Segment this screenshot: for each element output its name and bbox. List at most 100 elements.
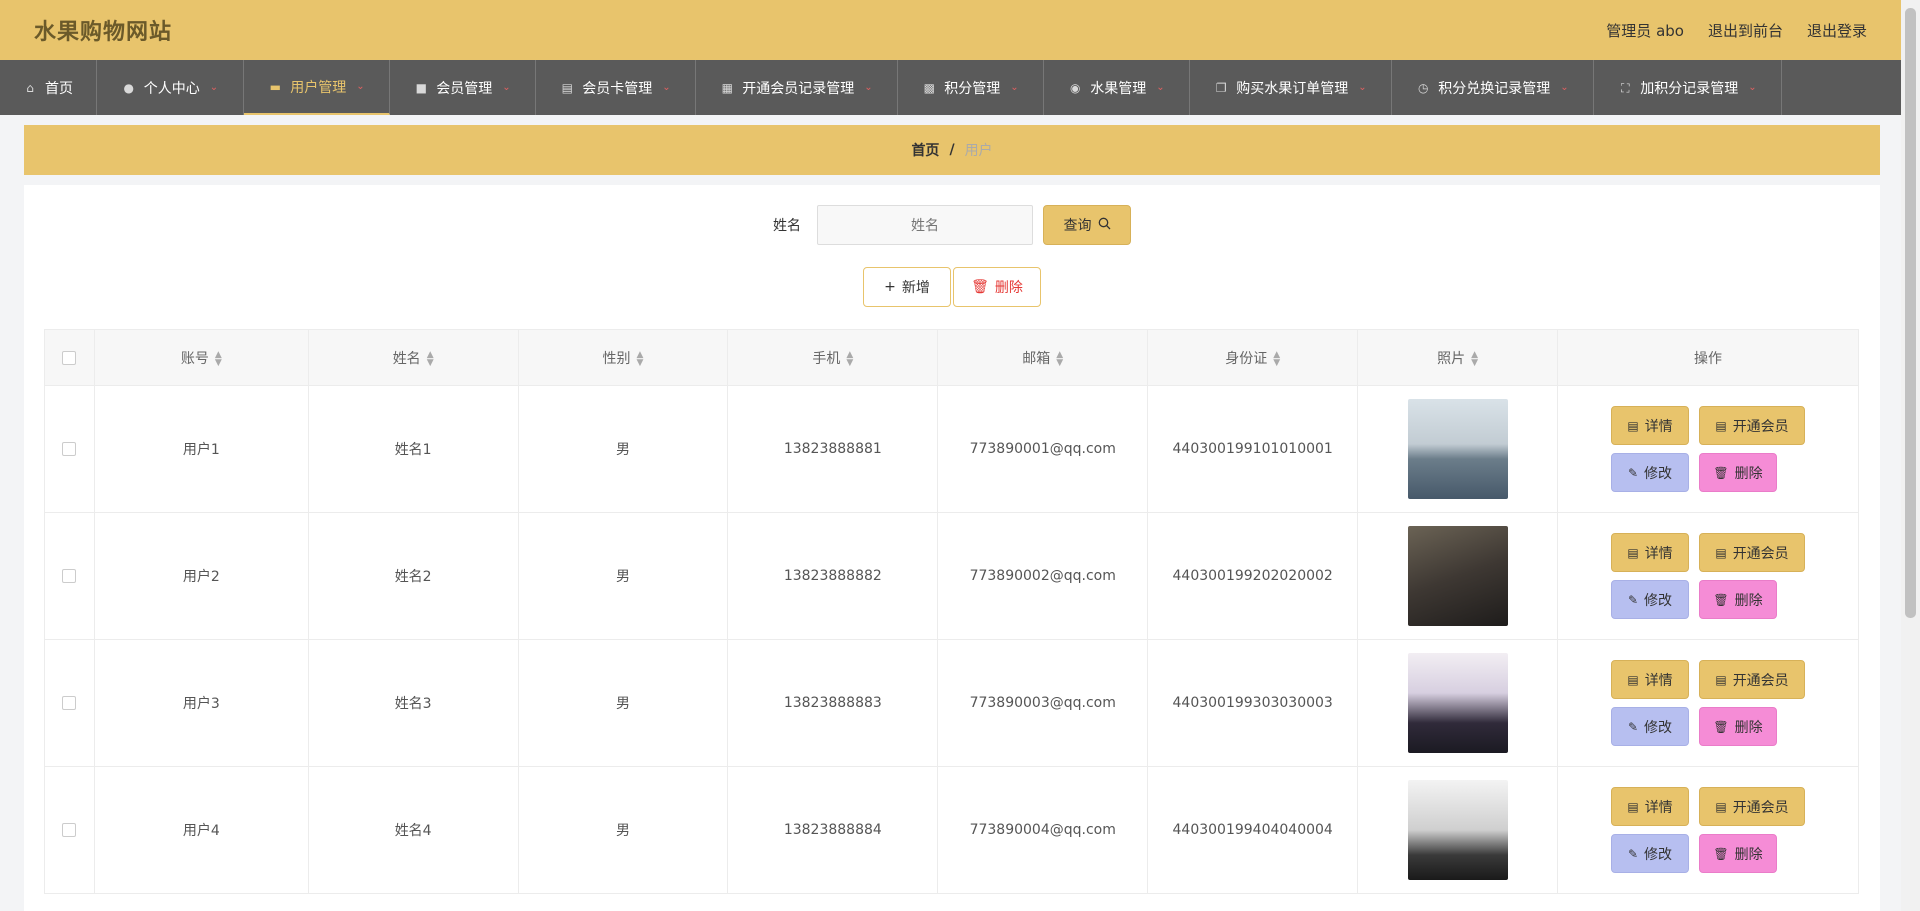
open-member-button[interactable]: ▤ 开通会员 bbox=[1699, 787, 1806, 826]
row-actions: ▤ 详情 ▤ 开通会员 ✎ 修改 🗑 删除 bbox=[1558, 406, 1858, 492]
column-header-name[interactable]: 姓名 ▲ ▼ bbox=[307, 329, 519, 386]
detail-button[interactable]: ▤ 详情 bbox=[1611, 787, 1690, 826]
cell-phone: 13823888883 bbox=[727, 639, 939, 767]
open-member-button[interactable]: ▤ 开通会员 bbox=[1699, 660, 1806, 699]
open-member-button[interactable]: ▤ 开通会员 bbox=[1699, 533, 1806, 572]
user-icon: ● bbox=[123, 80, 135, 95]
nav-item-label: 购买水果订单管理 bbox=[1236, 80, 1349, 97]
cell-id-card: 440300199101010001 bbox=[1147, 385, 1359, 513]
nav-item-label: 加积分记录管理 bbox=[1640, 80, 1739, 97]
detail-button[interactable]: ▤ 详情 bbox=[1611, 533, 1690, 572]
nav-item-member-cards[interactable]: ▤ 会员卡管理 ⌄ bbox=[536, 60, 696, 115]
row-checkbox[interactable] bbox=[62, 569, 77, 583]
delete-button[interactable]: 🗑 删除 bbox=[1699, 453, 1778, 492]
cell-name: 姓名4 bbox=[307, 766, 519, 894]
sort-icon: ▲ ▼ bbox=[1471, 349, 1479, 368]
trash-icon: 🗑 bbox=[1713, 719, 1729, 734]
chevron-down-icon: ⌄ bbox=[502, 82, 511, 93]
edit-button[interactable]: ✎ 修改 bbox=[1611, 580, 1690, 619]
column-header-phone[interactable]: 手机 ▲ ▼ bbox=[727, 329, 939, 386]
nav-item-add-points-records[interactable]: ⛶ 加积分记录管理 ⌄ bbox=[1594, 60, 1782, 115]
nav-item-label: 积分管理 bbox=[944, 80, 1001, 97]
breadcrumb-home[interactable]: 首页 bbox=[911, 140, 939, 160]
cell-gender: 男 bbox=[517, 639, 729, 767]
nav-item-label: 开通会员记录管理 bbox=[742, 80, 855, 97]
pencil-icon: ✎ bbox=[1627, 719, 1639, 734]
cell-id-card: 440300199303030003 bbox=[1147, 639, 1359, 767]
trash-icon: 🗑 bbox=[1713, 592, 1729, 607]
column-header-gender[interactable]: 性别 ▲ ▼ bbox=[517, 329, 729, 386]
nav-item-members[interactable]: ■ 会员管理 ⌄ bbox=[390, 60, 536, 115]
site-title: 水果购物网站 bbox=[34, 20, 173, 45]
document-icon: ▤ bbox=[1627, 799, 1639, 814]
nav-item-points[interactable]: ▩ 积分管理 ⌄ bbox=[898, 60, 1044, 115]
detail-button[interactable]: ▤ 详情 bbox=[1611, 660, 1690, 699]
nav-item-users[interactable]: ▬ 用户管理 ⌄ bbox=[244, 60, 390, 115]
nav-item-home[interactable]: ⌂ 首页 bbox=[0, 60, 97, 115]
cell-account: 用户3 bbox=[93, 639, 309, 767]
document-icon: ▤ bbox=[1715, 545, 1727, 560]
user-photo[interactable] bbox=[1407, 780, 1508, 880]
select-all-checkbox[interactable] bbox=[62, 350, 77, 365]
delete-button[interactable]: 🗑 删除 bbox=[1699, 834, 1778, 873]
scrollbar-thumb[interactable] bbox=[1905, 8, 1916, 618]
user-photo[interactable] bbox=[1407, 399, 1508, 499]
nav-item-fruit-orders[interactable]: ❐ 购买水果订单管理 ⌄ bbox=[1190, 60, 1392, 115]
detail-button[interactable]: ▤ 详情 bbox=[1611, 406, 1690, 445]
document-icon: ▤ bbox=[1715, 672, 1727, 687]
edit-button[interactable]: ✎ 修改 bbox=[1611, 834, 1690, 873]
column-header-photo[interactable]: 照片 ▲ ▼ bbox=[1357, 329, 1559, 386]
nav-item-label: 个人中心 bbox=[143, 80, 200, 97]
cell-email: 773890003@qq.com bbox=[937, 639, 1149, 767]
cell-name: 姓名3 bbox=[307, 639, 519, 767]
open-member-button[interactable]: ▤ 开通会员 bbox=[1699, 406, 1806, 445]
top-header: 水果购物网站 管理员 abo 退出到前台 退出登录 bbox=[0, 0, 1901, 60]
user-photo[interactable] bbox=[1407, 653, 1508, 753]
back-to-frontend-link[interactable]: 退出到前台 bbox=[1708, 20, 1783, 41]
nav-item-label: 用户管理 bbox=[290, 79, 347, 96]
delete-button[interactable]: 🗑 删除 bbox=[1699, 707, 1778, 746]
delete-button[interactable]: 🗑 删除 bbox=[1699, 580, 1778, 619]
nav-item-membership-records[interactable]: ▦ 开通会员记录管理 ⌄ bbox=[696, 60, 898, 115]
query-button[interactable]: 查询 bbox=[1043, 205, 1131, 245]
cell-phone: 13823888881 bbox=[727, 385, 939, 513]
column-header-account[interactable]: 账号 ▲ ▼ bbox=[93, 329, 309, 386]
sort-icon: ▲ ▼ bbox=[426, 349, 434, 368]
search-label: 姓名 bbox=[773, 218, 801, 234]
cell-account: 用户1 bbox=[93, 385, 309, 513]
row-actions: ▤ 详情 ▤ 开通会员 ✎ 修改 🗑 删除 bbox=[1558, 660, 1858, 746]
table-row: 用户2 姓名2 男 13823888882 773890002@qq.com 4… bbox=[44, 512, 1859, 640]
name-search-input[interactable] bbox=[817, 205, 1033, 245]
delete-button-label: 删除 bbox=[994, 280, 1023, 296]
document-icon: ▤ bbox=[1715, 799, 1727, 814]
sort-icon: ▲ ▼ bbox=[214, 349, 222, 368]
cell-account: 用户4 bbox=[93, 766, 309, 894]
nav-item-redemption-records[interactable]: ◷ 积分兑换记录管理 ⌄ bbox=[1392, 60, 1594, 115]
cell-phone: 13823888882 bbox=[727, 512, 939, 640]
logout-link[interactable]: 退出登录 bbox=[1807, 20, 1867, 41]
user-photo[interactable] bbox=[1407, 526, 1508, 626]
table-row: 用户3 姓名3 男 13823888883 773890003@qq.com 4… bbox=[44, 639, 1859, 767]
batch-delete-button[interactable]: 🗑 删除 bbox=[953, 267, 1041, 307]
nav-item-label: 积分兑换记录管理 bbox=[1438, 80, 1551, 97]
edit-button[interactable]: ✎ 修改 bbox=[1611, 707, 1690, 746]
nav-item-label: 水果管理 bbox=[1090, 80, 1147, 97]
page-scrollbar[interactable] bbox=[1901, 0, 1920, 911]
nav-item-profile[interactable]: ● 个人中心 ⌄ bbox=[97, 60, 244, 115]
nav-item-label: 会员卡管理 bbox=[582, 80, 653, 97]
row-checkbox[interactable] bbox=[62, 823, 77, 837]
column-header-id-card[interactable]: 身份证 ▲ ▼ bbox=[1147, 329, 1359, 386]
cell-gender: 男 bbox=[517, 385, 729, 513]
row-checkbox[interactable] bbox=[62, 696, 77, 710]
edit-button[interactable]: ✎ 修改 bbox=[1611, 453, 1690, 492]
document-icon: ▤ bbox=[1627, 545, 1639, 560]
row-actions: ▤ 详情 ▤ 开通会员 ✎ 修改 🗑 删除 bbox=[1558, 533, 1858, 619]
pencil-icon: ✎ bbox=[1627, 592, 1639, 607]
document-icon: ▤ bbox=[1715, 418, 1727, 433]
column-header-email[interactable]: 邮箱 ▲ ▼ bbox=[937, 329, 1149, 386]
chevron-down-icon: ⌄ bbox=[1010, 82, 1019, 93]
cell-phone: 13823888884 bbox=[727, 766, 939, 894]
row-checkbox[interactable] bbox=[62, 442, 77, 456]
add-button[interactable]: + 新增 bbox=[863, 267, 951, 307]
nav-item-fruits[interactable]: ◉ 水果管理 ⌄ bbox=[1044, 60, 1190, 115]
